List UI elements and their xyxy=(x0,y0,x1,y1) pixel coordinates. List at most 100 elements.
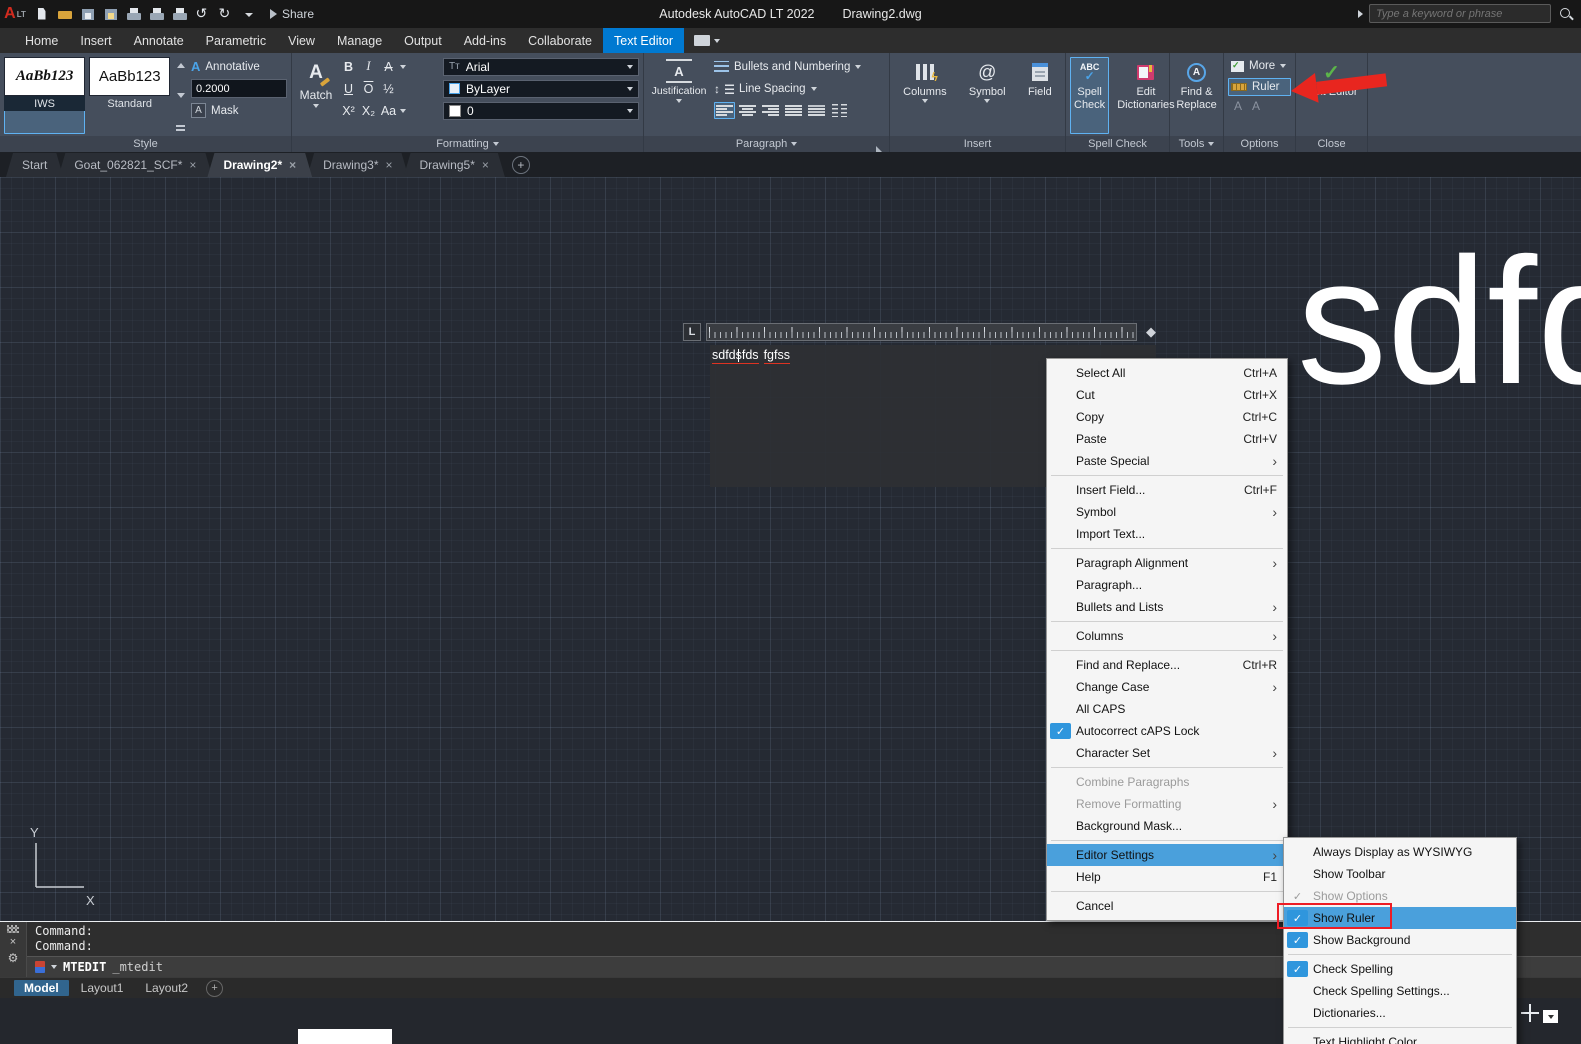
menu-item-combine-paragraphs[interactable]: Combine Paragraphs xyxy=(1047,771,1287,793)
ribbon-tab-add-ins[interactable]: Add-ins xyxy=(453,28,517,53)
close-tab-icon[interactable]: × xyxy=(386,158,393,172)
line-spacing-button[interactable]: ↕ Line Spacing xyxy=(714,79,885,98)
overline-button[interactable]: O xyxy=(360,80,377,98)
mtext-editor-text[interactable]: sdfdsfds fgfss xyxy=(712,348,790,364)
ribbon-tab-parametric[interactable]: Parametric xyxy=(195,28,277,53)
menu-item-dictionaries[interactable]: Dictionaries... xyxy=(1284,1002,1516,1024)
share-button[interactable]: Share xyxy=(270,7,314,21)
menu-item-paragraph-alignment[interactable]: Paragraph Alignment› xyxy=(1047,552,1287,574)
file-tab-start[interactable]: Start xyxy=(6,153,63,177)
tabstop-selector[interactable]: L xyxy=(683,323,701,341)
undo-icon[interactable] xyxy=(194,6,212,23)
layout-tab-model[interactable]: Model xyxy=(14,980,69,996)
combine-columns-button[interactable] xyxy=(829,102,850,119)
ruler-width-handle[interactable]: ◆ xyxy=(1146,324,1156,340)
menu-item-background-mask[interactable]: Background Mask... xyxy=(1047,815,1287,837)
menu-item-paste[interactable]: PasteCtrl+V xyxy=(1047,428,1287,450)
ruler-button[interactable]: Ruler xyxy=(1228,78,1291,96)
gallery-up-icon[interactable] xyxy=(174,59,187,71)
undo-text-tool-icon[interactable]: A xyxy=(1234,99,1242,113)
menu-item-symbol[interactable]: Symbol› xyxy=(1047,501,1287,523)
menu-item-insert-field[interactable]: Insert Field...Ctrl+F xyxy=(1047,479,1287,501)
distribute-button[interactable] xyxy=(806,102,827,119)
menu-item-character-set[interactable]: Character Set› xyxy=(1047,742,1287,764)
text-style-standard[interactable]: AaBb123 Standard xyxy=(89,57,170,134)
subscript-button[interactable]: X₂ xyxy=(360,102,377,120)
align-center-button[interactable] xyxy=(737,102,758,119)
menu-item-find-and-replace[interactable]: Find and Replace...Ctrl+R xyxy=(1047,654,1287,676)
menu-item-always-display-as-wysiwyg[interactable]: Always Display as WYSIWYG xyxy=(1284,841,1516,863)
ribbon-tab-home[interactable]: Home xyxy=(14,28,69,53)
layer-combobox[interactable]: ByLayer xyxy=(443,80,639,98)
save-as-icon[interactable] xyxy=(102,6,120,23)
text-style-iws[interactable]: AaBb123 IWS xyxy=(4,57,85,134)
font-combobox[interactable]: Tт Arial xyxy=(443,58,639,76)
find-replace-button[interactable]: A Find & Replace xyxy=(1172,57,1220,134)
annotative-toggle[interactable]: A Annotative xyxy=(191,57,287,76)
plot-icon[interactable] xyxy=(125,6,143,23)
menu-item-cancel[interactable]: Cancel xyxy=(1047,895,1287,917)
ribbon-display-toggle[interactable] xyxy=(694,28,720,53)
edit-dictionaries-button[interactable]: Edit Dictionaries xyxy=(1113,57,1178,134)
ribbon-tab-manage[interactable]: Manage xyxy=(326,28,393,53)
ribbon-tab-output[interactable]: Output xyxy=(393,28,453,53)
menu-item-all-caps[interactable]: All CAPS xyxy=(1047,698,1287,720)
paragraph-panel-label[interactable]: Paragraph xyxy=(644,136,889,152)
menu-item-copy[interactable]: CopyCtrl+C xyxy=(1047,406,1287,428)
file-tab-drawing3[interactable]: Drawing3*× xyxy=(307,153,408,177)
formatting-panel-label[interactable]: Formatting xyxy=(292,136,643,152)
align-right-button[interactable] xyxy=(760,102,781,119)
batch-plot-icon[interactable] xyxy=(148,6,166,23)
search-input[interactable] xyxy=(1369,4,1551,23)
open-file-icon[interactable] xyxy=(56,6,74,23)
layout-tab-layout1[interactable]: Layout1 xyxy=(71,980,134,996)
color-combobox[interactable]: 0 xyxy=(443,102,639,120)
menu-item-editor-settings[interactable]: Editor Settings› xyxy=(1047,844,1287,866)
misspelled-word[interactable]: sdfdsfds xyxy=(712,348,759,364)
spell-check-button[interactable]: ABC✓ Spell Check xyxy=(1070,57,1109,134)
ribbon-tab-insert[interactable]: Insert xyxy=(69,28,122,53)
save-icon[interactable] xyxy=(79,6,97,23)
match-button[interactable]: A Match xyxy=(296,57,336,134)
menu-item-remove-formatting[interactable]: Remove Formatting› xyxy=(1047,793,1287,815)
menu-item-columns[interactable]: Columns› xyxy=(1047,625,1287,647)
print-icon[interactable] xyxy=(171,6,189,23)
ribbon-tab-text-editor[interactable]: Text Editor xyxy=(603,28,684,53)
gallery-down-icon[interactable] xyxy=(174,90,187,102)
autocad-logo-icon[interactable]: ALT xyxy=(0,0,30,28)
close-command-icon[interactable]: × xyxy=(10,937,16,947)
command-drag-icon[interactable] xyxy=(7,925,19,933)
menu-item-import-text[interactable]: Import Text... xyxy=(1047,523,1287,545)
more-button[interactable]: More xyxy=(1228,57,1291,75)
new-file-icon[interactable] xyxy=(33,6,51,23)
file-tab-goat-062821-scf[interactable]: Goat_062821_SCF*× xyxy=(58,153,212,177)
dialog-launcher-icon[interactable] xyxy=(876,140,882,152)
menu-item-show-toolbar[interactable]: Show Toolbar xyxy=(1284,863,1516,885)
mtext-object[interactable]: sdfdsfds fgfss xyxy=(1297,232,1581,412)
menu-item-help[interactable]: HelpF1 xyxy=(1047,866,1287,888)
misspelled-word[interactable]: fgfss xyxy=(764,348,790,364)
justification-button[interactable]: A Justification xyxy=(648,57,710,134)
search-expand-icon[interactable] xyxy=(1358,10,1363,18)
underline-button[interactable]: U xyxy=(340,80,357,98)
menu-item-change-case[interactable]: Change Case› xyxy=(1047,676,1287,698)
bold-button[interactable]: B xyxy=(340,58,357,76)
menu-item-select-all[interactable]: Select AllCtrl+A xyxy=(1047,362,1287,384)
field-button[interactable]: Field xyxy=(1024,57,1056,134)
qat-dropdown-icon[interactable] xyxy=(240,6,258,23)
menu-item-check-spelling-settings[interactable]: Check Spelling Settings... xyxy=(1284,980,1516,1002)
change-case-button[interactable]: Aa xyxy=(380,102,397,120)
menu-item-cut[interactable]: CutCtrl+X xyxy=(1047,384,1287,406)
menu-item-bullets-and-lists[interactable]: Bullets and Lists› xyxy=(1047,596,1287,618)
menu-item-show-background[interactable]: ✓Show Background xyxy=(1284,929,1516,951)
file-tab-drawing5[interactable]: Drawing5*× xyxy=(404,153,505,177)
mask-toggle[interactable]: A Mask xyxy=(191,101,287,120)
chevron-down-icon[interactable] xyxy=(51,965,57,969)
file-tab-drawing2[interactable]: Drawing2*× xyxy=(207,153,312,177)
menu-item-autocorrect-caps-lock[interactable]: ✓Autocorrect cAPS Lock xyxy=(1047,720,1287,742)
bullets-numbering-button[interactable]: Bullets and Numbering xyxy=(714,57,885,76)
tools-panel-label[interactable]: Tools xyxy=(1170,136,1223,152)
italic-button[interactable]: I xyxy=(360,58,377,76)
strikethrough-button[interactable]: A xyxy=(380,58,397,76)
align-left-button[interactable] xyxy=(714,102,735,119)
